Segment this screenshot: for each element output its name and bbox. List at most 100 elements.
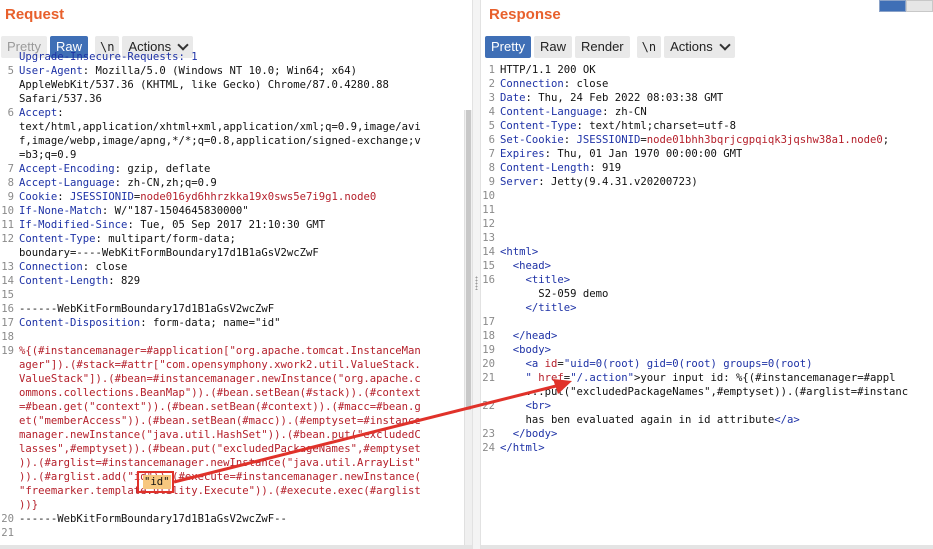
code-line: 18 [0, 330, 464, 344]
line-number: 13 [1, 261, 14, 273]
code-token: href [538, 372, 564, 384]
code-line: 24 </html> [481, 441, 933, 455]
line-number: 24 [482, 442, 495, 454]
code-token: ------WebKitFormBoundary17d1B1aGsV2wcZwF… [19, 513, 287, 525]
code-token: Content-Length [500, 162, 590, 174]
code-token: Expires [500, 148, 545, 160]
line-text: Content-Type: text/html;charset=utf-8 [500, 119, 736, 133]
code-line: 17 Content-Disposition: form-data; name="… [0, 316, 464, 330]
line-number: 16 [1, 303, 14, 315]
response-tab-render[interactable]: Render [574, 36, 630, 58]
pane-divider[interactable] [472, 0, 481, 549]
line-text: lasses",#emptyset)).(#bean.put("excluded… [19, 442, 421, 456]
line-number [0, 92, 19, 106]
response-newline-toggle[interactable]: \n [636, 36, 662, 58]
line-text: </head> [500, 329, 558, 343]
line-text: ))} [19, 498, 38, 512]
code-line: 7 Accept-Encoding: gzip, deflate [0, 162, 464, 176]
code-line: 16 <title> [481, 273, 933, 287]
line-number: 7 [488, 148, 495, 160]
code-token: : Thu, 24 Feb 2022 08:03:38 GMT [525, 92, 724, 104]
line-number: 10 [1, 205, 14, 217]
response-bottom-bar [481, 545, 933, 549]
line-text: ...put("excludedPackageNames",#emptyset)… [500, 385, 909, 399]
code-line: 6 Accept: [0, 106, 464, 120]
code-line: 20 ------WebKitFormBoundary17d1B1aGsV2wcZ… [0, 512, 464, 526]
scrollbar-thumb[interactable] [466, 110, 471, 410]
code-token: AppleWebKit/537.36 (KHTML, like Gecko) C… [19, 79, 389, 91]
code-token: : multipart/form-data; [95, 233, 236, 245]
line-text: ValueStack"]).(#bean=#instancemanager.ne… [19, 372, 421, 386]
code-token: : form-data; name="id" [140, 317, 281, 329]
line-number: 12 [482, 218, 495, 230]
chevron-down-icon [719, 39, 731, 51]
line-text: Content-Type: multipart/form-data; [19, 232, 236, 246]
response-editor[interactable]: 1 HTTP/1.1 200 OK 2 Connection: close 3 Date:… [481, 60, 933, 549]
line-number: 1 [488, 64, 495, 76]
request-scrollbar[interactable] [464, 110, 472, 549]
code-token: ager"]).(#stack=#attr["com.opensymphony.… [19, 359, 421, 371]
code-line: has ben evaluated again in id attribute<… [481, 413, 933, 427]
code-token: : Thu, 01 Jan 1970 00:00:00 GMT [544, 148, 743, 160]
layout-stack-icon[interactable] [906, 0, 933, 12]
line-number: 12 [1, 233, 14, 245]
response-tab-pretty[interactable]: Pretty [485, 36, 531, 58]
line-text: If-Modified-Since: Tue, 05 Sep 2017 21:1… [19, 218, 325, 232]
line-text: Expires: Thu, 01 Jan 1970 00:00:00 GMT [500, 147, 742, 161]
line-number: 9 [488, 176, 495, 188]
response-actions-dropdown[interactable]: Actions [664, 36, 735, 58]
code-token: : Tue, 05 Sep 2017 21:10:30 GMT [127, 219, 326, 231]
line-text: Content-Language: zh-CN [500, 105, 647, 119]
line-text: "freemarker.template.utility.Execute")).… [19, 484, 421, 498]
line-number [0, 148, 19, 162]
code-token: ------WebKitFormBoundary17d1B1aGsV2wcZwF [19, 303, 275, 315]
line-text: Upgrade-Insecure-Requests: 1 [19, 50, 198, 64]
code-token: =#bean.get("context")).(#bean.setBean(#c… [19, 401, 421, 413]
code-token: has ben evaluated again in id attribute [500, 414, 775, 426]
code-token: Content-Type [500, 120, 577, 132]
line-number: 17 [482, 316, 495, 328]
code-line: et("memberAccess")).(#bean.setBean(#macc… [0, 414, 464, 428]
code-token: =b3;q=0.9 [19, 149, 77, 161]
line-text: text/html,application/xhtml+xml,applicat… [19, 120, 421, 134]
line-number [0, 246, 19, 260]
line-text: ------WebKitFormBoundary17d1B1aGsV2wcZwF [19, 302, 274, 316]
line-text: </body> [500, 427, 558, 441]
code-token: If-None-Match [19, 205, 102, 217]
line-text: Set-Cookie: JSESSIONID=node01bhh3bqrjcgp… [500, 133, 889, 147]
code-token: text/html,application/xhtml+xml,applicat… [19, 121, 421, 133]
line-number [481, 413, 500, 427]
code-token: : W/"187-1504645830000" [101, 205, 249, 217]
line-text: </html> [500, 441, 545, 455]
code-line: AppleWebKit/537.36 (KHTML, like Gecko) C… [0, 78, 464, 92]
id-param-highlight: "id" [137, 471, 174, 493]
line-number: 20 [1, 513, 14, 525]
request-pane: Request Pretty Raw \n Actions Upgrade-In… [0, 0, 472, 549]
line-text: manager.newInstance("java.util.HashSet")… [19, 428, 421, 442]
code-line: text/html,application/xhtml+xml,applicat… [0, 120, 464, 134]
code-line: 3 Date: Thu, 24 Feb 2022 08:03:38 GMT [481, 91, 933, 105]
code-line: 6 Set-Cookie: JSESSIONID=node01bhh3bqrjcg… [481, 133, 933, 147]
code-line: 13 Connection: close [0, 260, 464, 274]
code-line: 14 <html> [481, 245, 933, 259]
code-line: 22 <br> [481, 399, 933, 413]
code-line: 2 Connection: close [481, 77, 933, 91]
line-text: has ben evaluated again in id attribute<… [500, 413, 800, 427]
line-text: If-None-Match: W/"187-1504645830000" [19, 204, 249, 218]
request-editor[interactable]: Upgrade-Insecure-Requests: 1 5 User-Agent:… [0, 51, 472, 549]
line-number: 16 [482, 274, 495, 286]
line-text: Server: Jetty(9.4.31.v20200723) [500, 175, 698, 189]
code-line: 11 [481, 203, 933, 217]
code-token: : 829 [108, 275, 141, 287]
request-code: Upgrade-Insecure-Requests: 1 5 User-Agent:… [0, 50, 464, 540]
layout-split-icon[interactable] [879, 0, 906, 12]
drag-handle-icon[interactable] [475, 276, 478, 290]
line-number [0, 414, 19, 428]
response-pane: Response Pretty Raw Render \n Actions 1H… [481, 0, 933, 549]
line-number: 10 [482, 190, 495, 202]
code-line: 19 %{(#instancemanager=#application["org.… [0, 344, 464, 358]
line-number: 6 [7, 107, 14, 119]
line-number: 11 [1, 219, 14, 231]
response-tab-raw[interactable]: Raw [533, 36, 572, 58]
line-text: S2-059 demo [500, 287, 608, 301]
